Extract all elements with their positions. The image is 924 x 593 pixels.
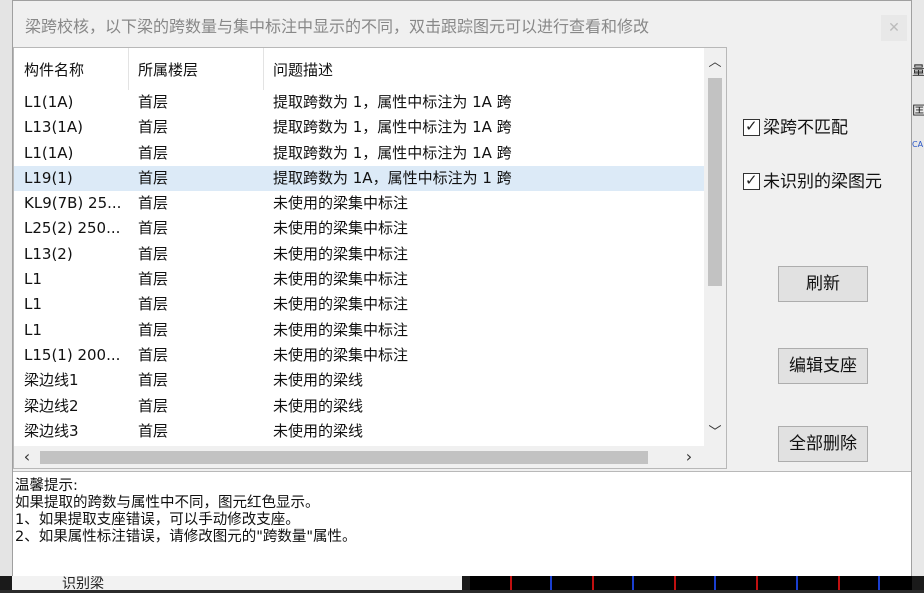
table-row[interactable]: L13(2) 首层 未使用的梁集中标注 xyxy=(14,242,704,267)
row-floor-cell: 首层 xyxy=(138,295,169,314)
unrecognized-beam-checkbox[interactable]: 未识别的梁图元 xyxy=(743,167,882,192)
edit-support-button[interactable]: 编辑支座 xyxy=(778,348,868,384)
cad-drawing-area[interactable] xyxy=(470,576,912,590)
column-header-floor[interactable]: 所属楼层 xyxy=(128,48,263,90)
tips-line: 2、如果属性标注错误，请修改图元的"跨数量"属性。 xyxy=(15,529,357,545)
delete-all-button[interactable]: 全部删除 xyxy=(778,426,868,462)
table-row[interactable]: L1 首层 未使用的梁集中标注 xyxy=(14,267,704,292)
table-row[interactable]: L1(1A) 首层 提取跨数为 1，属性中标注为 1A 跨 xyxy=(14,141,704,166)
span-mismatch-checkbox[interactable]: 梁跨不匹配 xyxy=(743,113,848,138)
row-floor-cell: 首层 xyxy=(138,168,169,187)
row-description-cell: 提取跨数为 1，属性中标注为 1A 跨 xyxy=(273,93,512,111)
row-description-cell: 未使用的梁线 xyxy=(273,371,364,390)
row-floor-cell: 首层 xyxy=(138,219,169,238)
row-name-cell: L25(2) 250... xyxy=(24,219,121,238)
row-name-cell: L1 xyxy=(24,295,42,314)
list-header: 构件名称 所属楼层 问题描述 xyxy=(14,48,704,90)
dialog-titlebar[interactable]: 梁跨校核，以下梁的跨数量与集中标注中显示的不同，双击跟踪图元可以进行查看和修改 … xyxy=(13,1,911,47)
table-row[interactable]: L1(1A) 首层 提取跨数为 1，属性中标注为 1A 跨 xyxy=(14,90,704,115)
background-right-panel: 量 匡 CA xyxy=(912,0,924,590)
background-statusbar: 识别梁 xyxy=(0,573,924,593)
column-header-description[interactable]: 问题描述 xyxy=(263,48,703,90)
row-floor-cell: 首层 xyxy=(138,421,169,440)
tips-panel: 温馨提示: 如果提取的跨数与属性中不同，图元红色显示。 1、如果提取支座错误，可… xyxy=(13,471,911,576)
horizontal-scrollbar[interactable]: ‹ › xyxy=(14,446,704,468)
row-description-cell: 未使用的梁集中标注 xyxy=(273,295,409,314)
row-floor-cell: 首层 xyxy=(138,270,169,289)
row-floor-cell: 首层 xyxy=(138,320,169,339)
close-icon: ✕ xyxy=(888,20,900,36)
row-description-cell: 未使用的梁线 xyxy=(273,421,364,440)
row-floor-cell: 首层 xyxy=(138,345,169,364)
span-mismatch-label: 梁跨不匹配 xyxy=(763,118,848,138)
vertical-scroll-thumb[interactable] xyxy=(708,78,722,286)
background-fragment: CA xyxy=(912,140,924,149)
row-description-cell: 提取跨数为 1，属性中标注为 1A 跨 xyxy=(273,143,512,162)
row-floor-cell: 首层 xyxy=(138,118,169,137)
table-row[interactable]: L1 首层 未使用的梁集中标注 xyxy=(14,292,704,317)
row-name-cell: L1(1A) xyxy=(24,143,74,162)
row-name-cell: L1 xyxy=(24,320,42,339)
issue-list[interactable]: 构件名称 所属楼层 问题描述 L1(1A) 首层 提取跨数为 1，属性中标注为 1A… xyxy=(13,47,727,469)
table-row[interactable]: 梁边线1 首层 未使用的梁线 xyxy=(14,368,704,393)
horizontal-scroll-thumb[interactable] xyxy=(40,451,648,464)
row-floor-cell: 首层 xyxy=(138,93,169,111)
checkbox-checked-icon[interactable] xyxy=(743,171,760,190)
row-description-cell: 未使用的梁集中标注 xyxy=(273,219,409,238)
row-description-cell: 提取跨数为 1A，属性中标注为 1 跨 xyxy=(273,168,512,187)
row-name-cell: L1 xyxy=(24,270,42,289)
beam-span-check-dialog: 梁跨校核，以下梁的跨数量与集中标注中显示的不同，双击跟踪图元可以进行查看和修改 … xyxy=(12,0,912,576)
row-floor-cell: 首层 xyxy=(138,143,169,162)
row-description-cell: 未使用的梁线 xyxy=(273,396,364,415)
close-button[interactable]: ✕ xyxy=(881,15,907,41)
row-description-cell: 未使用的梁集中标注 xyxy=(273,244,409,263)
row-name-cell: L13(1A) xyxy=(24,118,83,137)
table-row[interactable]: L1 首层 未使用的梁集中标注 xyxy=(14,318,704,343)
scrollbar-corner xyxy=(704,446,726,468)
column-header-name[interactable]: 构件名称 xyxy=(14,48,128,90)
row-floor-cell: 首层 xyxy=(138,194,169,213)
row-description-cell: 未使用的梁集中标注 xyxy=(273,345,409,364)
row-description-cell: 未使用的梁集中标注 xyxy=(273,194,409,213)
row-name-cell: KL9(7B) 25... xyxy=(24,194,122,213)
table-row[interactable]: KL9(7B) 25... 首层 未使用的梁集中标注 xyxy=(14,191,704,216)
row-floor-cell: 首层 xyxy=(138,244,169,263)
tree-item-recognize-beam[interactable]: 识别梁 xyxy=(62,573,104,593)
background-fragment: 匡 xyxy=(912,104,924,119)
table-row[interactable]: L13(1A) 首层 提取跨数为 1，属性中标注为 1A 跨 xyxy=(14,115,704,140)
table-row[interactable]: 梁边线3 首层 未使用的梁线 xyxy=(14,419,704,444)
table-row[interactable]: L19(1) 首层 提取跨数为 1A，属性中标注为 1 跨 xyxy=(14,165,704,192)
row-floor-cell: 首层 xyxy=(138,396,169,415)
table-row[interactable]: L15(1) 200... 首层 未使用的梁集中标注 xyxy=(14,343,704,368)
tips-title: 温馨提示: xyxy=(15,478,78,494)
list-rows: L1(1A) 首层 提取跨数为 1，属性中标注为 1A 跨 L13(1A) 首层 提取跨数… xyxy=(14,90,704,444)
row-name-cell: 梁边线3 xyxy=(24,421,79,440)
table-row[interactable]: 梁边线2 首层 未使用的梁线 xyxy=(14,394,704,419)
row-name-cell: 梁边线2 xyxy=(24,396,79,415)
chevron-right-icon[interactable]: › xyxy=(678,446,700,468)
unrecognized-beam-label: 未识别的梁图元 xyxy=(763,172,882,192)
refresh-button[interactable]: 刷新 xyxy=(778,266,868,302)
tips-line: 1、如果提取支座错误，可以手动修改支座。 xyxy=(15,512,300,528)
chevron-left-icon[interactable]: ‹ xyxy=(16,446,38,468)
background-left-panel xyxy=(0,0,12,590)
vertical-scrollbar[interactable]: ︿ ﹀ xyxy=(704,48,726,446)
row-name-cell: L1(1A) xyxy=(24,93,74,111)
row-name-cell: L13(2) xyxy=(24,244,73,263)
dialog-title: 梁跨校核，以下梁的跨数量与集中标注中显示的不同，双击跟踪图元可以进行查看和修改 xyxy=(25,17,650,36)
row-floor-cell: 首层 xyxy=(138,371,169,390)
tips-line: 如果提取的跨数与属性中不同，图元红色显示。 xyxy=(15,495,320,511)
chevron-down-icon[interactable]: ﹀ xyxy=(704,422,726,444)
row-name-cell: L15(1) 200... xyxy=(24,345,121,364)
background-fragment: 量 xyxy=(912,64,924,79)
row-name-cell: L19(1) xyxy=(24,168,73,187)
checkbox-checked-icon[interactable] xyxy=(743,117,760,136)
row-description-cell: 未使用的梁集中标注 xyxy=(273,270,409,289)
chevron-up-icon[interactable]: ︿ xyxy=(704,52,726,74)
row-name-cell: 梁边线1 xyxy=(24,371,79,390)
table-row[interactable]: L25(2) 250... 首层 未使用的梁集中标注 xyxy=(14,216,704,241)
row-description-cell: 提取跨数为 1，属性中标注为 1A 跨 xyxy=(273,118,512,137)
background-tree: 识别梁 xyxy=(12,573,462,593)
row-description-cell: 未使用的梁集中标注 xyxy=(273,320,409,339)
